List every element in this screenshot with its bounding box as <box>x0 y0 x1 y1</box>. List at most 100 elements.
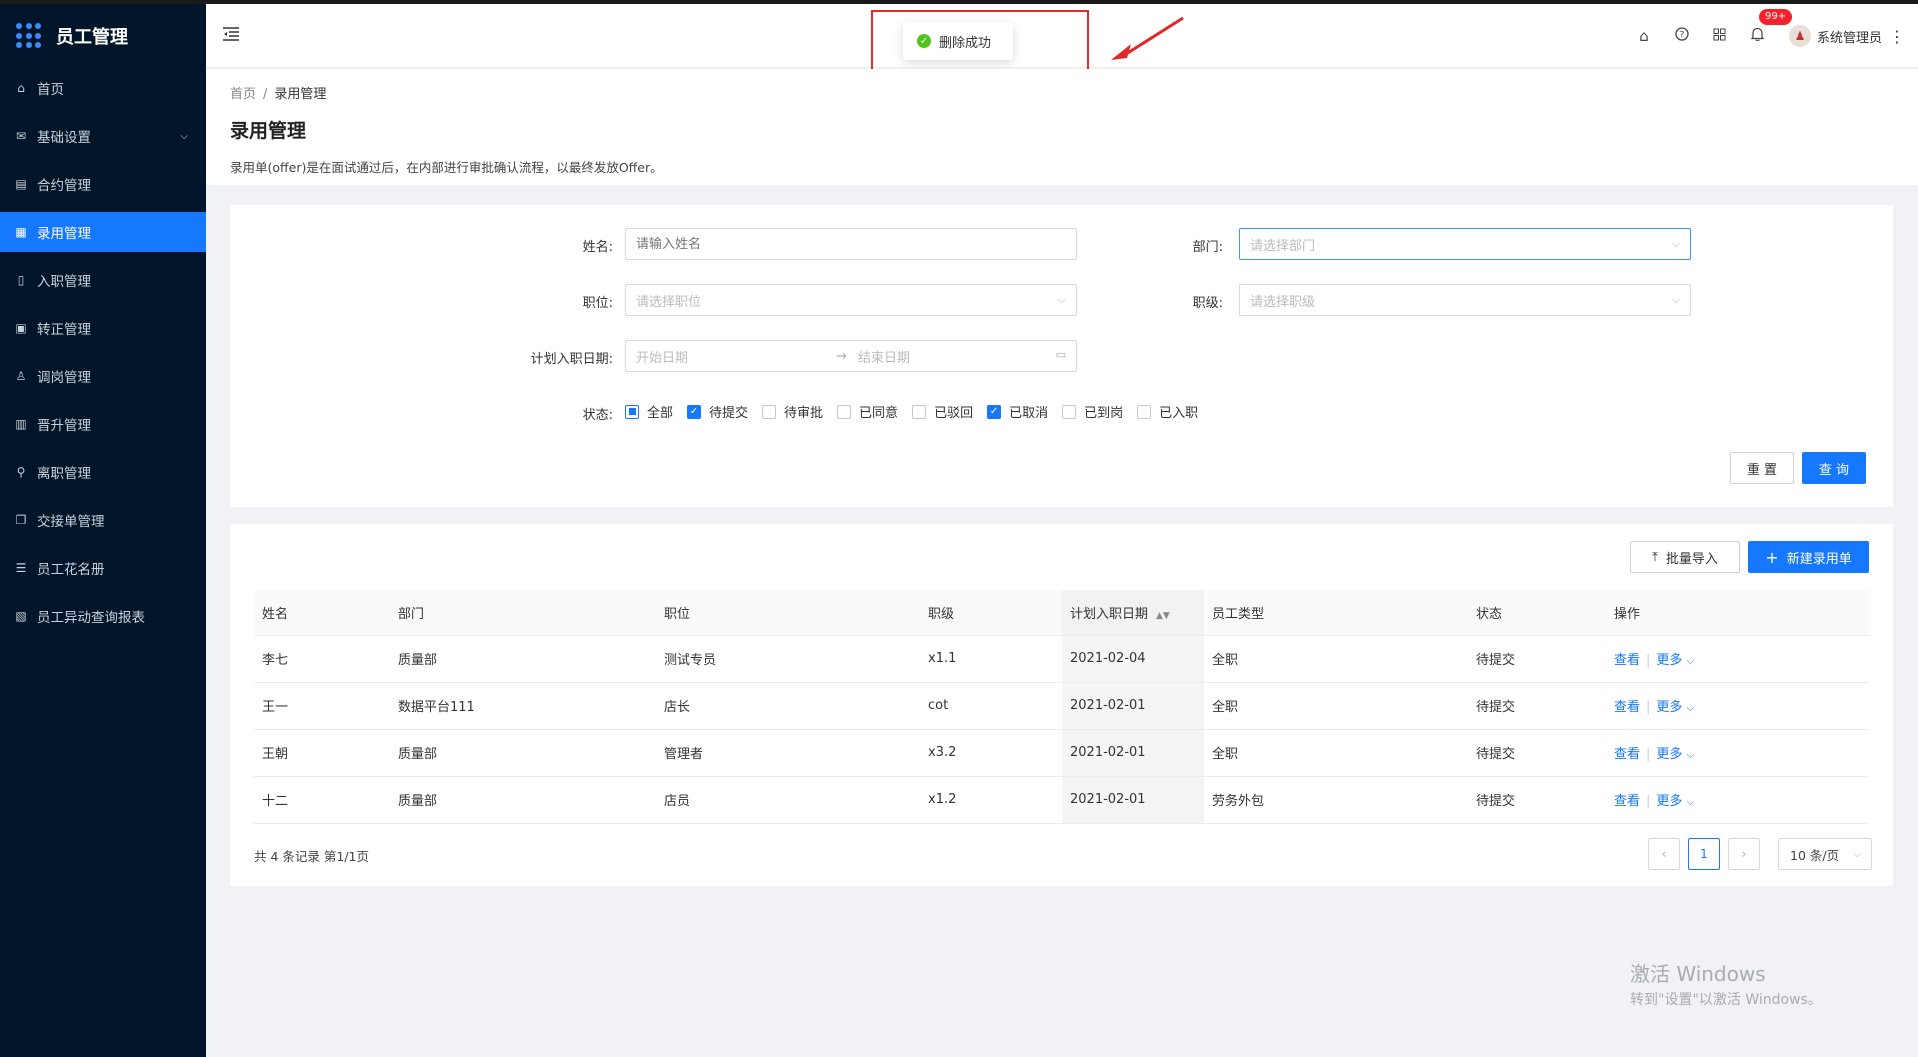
search-button[interactable]: 查 询 <box>1802 452 1866 484</box>
status-checkbox-group: 全部 ✓ 待提交 待审批 已同意 已驳回 ✓ 已取消 已到岗 已入职 <box>625 402 1212 421</box>
batch-import-button[interactable]: ⤒ 批量导入 <box>1630 541 1740 573</box>
breadcrumb-current: 录用管理 <box>274 87 327 102</box>
checkbox-icon[interactable]: ✓ <box>987 404 1002 419</box>
table-cell: 王朝 <box>254 729 390 777</box>
name-label: 姓名: <box>582 240 613 255</box>
col-planned-date[interactable]: 计划入职日期 ▲▼ <box>1062 590 1204 636</box>
more-link[interactable]: 更多 ⌵ <box>1656 700 1694 715</box>
planned-date-label: 计划入职日期: <box>530 352 613 367</box>
sort-icon[interactable]: ▲▼ <box>1156 611 1170 621</box>
form-icon: ▦ <box>15 225 27 239</box>
table-cell: 全职 <box>1204 635 1468 683</box>
new-offer-button[interactable]: + 新建录用单 <box>1748 541 1869 573</box>
brand[interactable]: 员工管理 <box>0 4 206 68</box>
more-vertical-icon[interactable]: ⋮ <box>1882 27 1912 46</box>
sidebar-item-10[interactable]: ☰ 员工花名册 <box>0 548 206 588</box>
sidebar-item-label: 入职管理 <box>37 274 91 290</box>
sidebar-item-5[interactable]: ▣ 转正管理 <box>0 308 206 348</box>
calendar-icon: ▤ <box>15 177 27 191</box>
table-panel: ⤒ 批量导入 + 新建录用单 姓名 部门 职位 职级 计划入职日期 ▲▼ 员工类型… <box>230 524 1893 886</box>
checkbox-icon[interactable] <box>1062 404 1077 419</box>
checkbox-icon[interactable] <box>762 404 777 419</box>
sidebar-item-8[interactable]: ⚲ 离职管理 <box>0 452 206 492</box>
status-checkbox-label: 全部 <box>647 406 674 421</box>
next-page-button[interactable]: › <box>1728 838 1760 870</box>
user-avatar[interactable]: ♟ <box>1788 25 1811 47</box>
page-description: 录用单(offer)是在面试通过后，在内部进行审批确认流程，以最终发放Offer… <box>230 160 663 175</box>
view-link[interactable]: 查看 <box>1614 653 1640 668</box>
status-checkbox-4[interactable]: 已驳回 <box>912 402 973 421</box>
status-checkbox-label: 已驳回 <box>934 406 974 421</box>
user-name[interactable]: 系统管理员 <box>1817 27 1882 46</box>
more-link[interactable]: 更多 ⌵ <box>1656 747 1694 762</box>
sidebar-item-7[interactable]: ▥ 晋升管理 <box>0 404 206 444</box>
sidebar-item-label: 转正管理 <box>37 322 91 338</box>
table-cell: 王一 <box>254 682 390 730</box>
more-link[interactable]: 更多 ⌵ <box>1656 794 1694 809</box>
level-select[interactable]: 请选择职级 ⌵ <box>1239 284 1691 316</box>
calendar-icon: ▭ <box>1055 348 1066 361</box>
apps-logo-icon <box>16 23 42 49</box>
sidebar-item-label: 交接单管理 <box>37 514 105 530</box>
home-icon[interactable]: ⌂ <box>1625 27 1663 45</box>
checkbox-icon[interactable]: ✓ <box>687 404 702 419</box>
notification-bell-icon[interactable]: 99+ <box>1739 9 1793 45</box>
menu-fold-icon[interactable] <box>222 26 242 46</box>
sidebar-item-3[interactable]: ▦ 录用管理 <box>0 212 206 252</box>
sidebar-item-11[interactable]: ▧ 员工异动查询报表 <box>0 596 206 636</box>
upload-icon: ⤒ <box>1652 549 1658 565</box>
table-cell: x1.2 <box>920 776 1062 824</box>
sidebar-item-4[interactable]: ▯ 入职管理 <box>0 260 206 300</box>
chevron-down-icon: ⌵ <box>1686 750 1695 761</box>
view-link[interactable]: 查看 <box>1614 747 1640 762</box>
status-checkbox-label: 待提交 <box>709 406 749 421</box>
table-cell: 管理者 <box>656 729 920 777</box>
help-icon[interactable]: ? <box>1663 27 1701 45</box>
status-checkbox-1[interactable]: ✓ 待提交 <box>687 402 748 421</box>
view-link[interactable]: 查看 <box>1614 794 1640 809</box>
table-cell: 测试专员 <box>656 635 920 683</box>
status-checkbox-5[interactable]: ✓ 已取消 <box>987 402 1048 421</box>
reset-button[interactable]: 重 置 <box>1730 452 1794 484</box>
table-cell: 李七 <box>254 635 390 683</box>
page-header: 首页 / 录用管理 录用管理 录用单(offer)是在面试通过后，在内部进行审批确认… <box>206 69 1918 185</box>
status-checkbox-7[interactable]: 已入职 <box>1137 402 1198 421</box>
checkbox-icon[interactable] <box>625 404 639 419</box>
position-select[interactable]: 请选择职位 ⌵ <box>625 284 1077 316</box>
start-date-placeholder[interactable]: 开始日期 <box>636 347 836 366</box>
name-input[interactable] <box>625 228 1077 260</box>
status-checkbox-0[interactable]: 全部 <box>625 402 673 421</box>
sidebar-item-1[interactable]: ✉ 基础设置 ⌵ <box>0 116 206 156</box>
table-cell: 全职 <box>1204 729 1468 777</box>
status-checkbox-2[interactable]: 待审批 <box>762 402 823 421</box>
end-date-placeholder[interactable]: 结束日期 <box>858 347 910 366</box>
svg-text:?: ? <box>1680 31 1685 41</box>
sidebar-item-0[interactable]: ⌂ 首页 <box>0 68 206 108</box>
prev-page-button[interactable]: ‹ <box>1648 838 1680 870</box>
breadcrumb-home[interactable]: 首页 <box>230 87 256 102</box>
sidebar-item-2[interactable]: ▤ 合约管理 <box>0 164 206 204</box>
page-number-button[interactable]: 1 <box>1688 838 1720 870</box>
user-icon: ♙ <box>15 369 27 383</box>
sidebar-item-label: 员工异动查询报表 <box>37 610 145 626</box>
status-checkbox-6[interactable]: 已到岗 <box>1062 402 1123 421</box>
table-row: 王朝 质量部 管理者 x3.2 2021-02-01 全职 待提交 查看 | 更多 ⌵ <box>254 729 1869 777</box>
checkbox-icon[interactable] <box>1137 404 1152 419</box>
table-cell: 待提交 <box>1468 729 1606 777</box>
apps-grid-icon[interactable] <box>1701 27 1739 45</box>
department-select[interactable]: 请选择部门 ⌵ <box>1239 228 1691 260</box>
date-range-picker[interactable]: 开始日期 → 结束日期 ▭ <box>625 340 1077 372</box>
checkbox-icon[interactable] <box>837 404 852 419</box>
grid-icon: ▣ <box>15 321 27 335</box>
page-size-select[interactable]: 10 条/页 ⌵ <box>1778 838 1872 870</box>
table-cell: 待提交 <box>1468 776 1606 824</box>
mail-icon: ✉ <box>15 129 27 143</box>
more-link[interactable]: 更多 ⌵ <box>1656 653 1694 668</box>
status-checkbox-3[interactable]: 已同意 <box>837 402 898 421</box>
sidebar-item-9[interactable]: ❐ 交接单管理 <box>0 500 206 540</box>
checkbox-icon[interactable] <box>912 404 927 419</box>
table-cell: 劳务外包 <box>1204 776 1468 824</box>
sidebar-item-6[interactable]: ♙ 调岗管理 <box>0 356 206 396</box>
page-size-value: 10 条/页 <box>1790 847 1840 863</box>
view-link[interactable]: 查看 <box>1614 700 1640 715</box>
